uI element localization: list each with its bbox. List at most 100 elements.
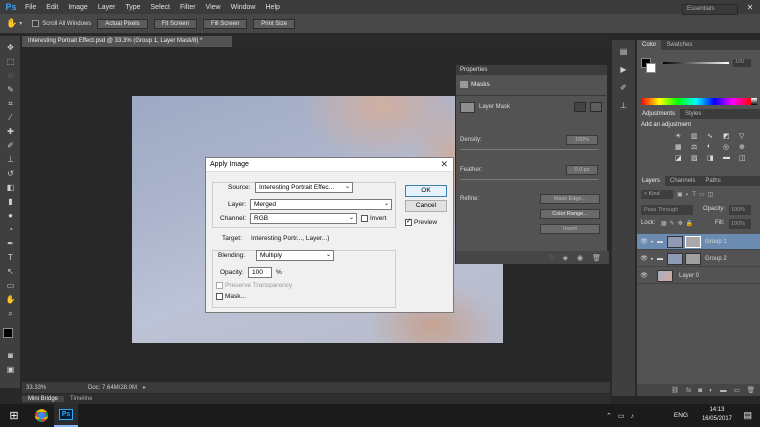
tab-paths[interactable]: Paths <box>700 176 725 186</box>
source-select[interactable]: Interesting Portrait Effec... ⌄ <box>255 182 353 193</box>
marquee-tool-icon[interactable]: ⬚ <box>5 56 16 67</box>
pen-tool-icon[interactable]: ✒ <box>5 238 16 249</box>
menu-view[interactable]: View <box>201 4 226 11</box>
layer-opacity-field[interactable]: 100% <box>729 205 751 215</box>
tab-timeline[interactable]: Timeline <box>64 396 98 402</box>
dialog-close-icon[interactable]: ✕ <box>440 159 448 170</box>
lock-icons[interactable]: ▦✎✥🔒 <box>661 220 696 227</box>
mask-checkbox[interactable] <box>216 293 223 300</box>
menu-select[interactable]: Select <box>146 4 175 11</box>
menu-layer[interactable]: Layer <box>93 4 121 11</box>
mask-edge-button[interactable]: Mask Edge... <box>540 194 600 204</box>
doc-size[interactable]: Doc: 7.64M/28.0M <box>62 385 137 391</box>
add-vector-mask-icon[interactable] <box>590 102 602 112</box>
blending-select[interactable]: Multiply ⌄ <box>256 250 334 261</box>
tab-mini-bridge[interactable]: Mini Bridge <box>22 396 65 402</box>
fill-screen-button[interactable]: Fill Screen <box>202 18 248 29</box>
curves-icon[interactable]: ∿ <box>707 132 718 140</box>
layer-mask-thumbnail[interactable] <box>460 102 475 113</box>
screen-mode-icon[interactable]: ▣ <box>5 364 16 375</box>
photoshop-taskbar-icon[interactable]: Ps <box>54 404 78 427</box>
feather-slider[interactable] <box>460 179 598 180</box>
history-brush-icon[interactable]: ↺ <box>5 168 16 179</box>
dodge-tool-icon[interactable]: ◔ <box>5 224 16 235</box>
path-select-icon[interactable]: ↖ <box>5 266 16 277</box>
trash-icon[interactable]: 🗑 <box>747 386 755 394</box>
scroll-all-checkbox[interactable] <box>32 19 40 27</box>
print-size-button[interactable]: Print Size <box>253 18 295 29</box>
group-mask-thumbnail[interactable] <box>667 252 683 265</box>
type-tool-icon[interactable]: T <box>5 252 16 263</box>
threshold-icon[interactable]: ◨ <box>707 154 718 162</box>
gray-slider[interactable] <box>663 62 729 64</box>
chrome-icon[interactable] <box>28 409 54 422</box>
group-mask-thumbnail[interactable] <box>667 235 683 248</box>
selective-color-icon[interactable]: ◫ <box>739 154 750 162</box>
gradient-tool-icon[interactable]: ▮ <box>5 196 16 207</box>
actual-pixels-button[interactable]: Actual Pixels <box>97 18 148 29</box>
layer-row[interactable]: 👁 Layer 0 <box>637 268 760 284</box>
preserve-transparency-checkbox[interactable] <box>216 282 223 289</box>
tab-swatches[interactable]: Swatches <box>661 40 697 50</box>
color-balance-icon[interactable]: ⚖ <box>691 143 702 151</box>
delete-mask-icon[interactable]: 🗑 <box>592 254 601 262</box>
bw-icon[interactable]: ◐ <box>707 143 718 151</box>
bw-ramp[interactable] <box>751 98 757 105</box>
menu-edit[interactable]: Edit <box>41 4 63 11</box>
blend-mode-select[interactable]: Pass Through <box>641 205 693 215</box>
healing-brush-icon[interactable]: ✚ <box>5 126 16 137</box>
menu-file[interactable]: File <box>20 4 41 11</box>
color-bg-swatch[interactable] <box>646 63 656 73</box>
layer-row[interactable]: 👁 ▸ ▬ Group 1 <box>637 234 760 250</box>
tab-color[interactable]: Color <box>637 40 662 50</box>
menu-type[interactable]: Type <box>120 4 145 11</box>
levels-icon[interactable]: ▥ <box>691 132 702 140</box>
channel-select[interactable]: RGB ⌄ <box>250 213 357 224</box>
load-selection-icon[interactable]: ◌ <box>549 254 553 261</box>
document-tab[interactable]: Interesting Portrait Effect.psd @ 33.3% … <box>22 36 232 47</box>
layer-filter-kind[interactable]: ⌕ Kind <box>641 190 673 199</box>
blur-tool-icon[interactable]: ● <box>5 210 16 221</box>
color-ramp[interactable] <box>641 98 751 105</box>
density-slider[interactable] <box>460 149 598 150</box>
eyedropper-tool-icon[interactable]: ⁄ <box>5 112 16 123</box>
vibrance-icon[interactable]: ▽ <box>739 132 750 140</box>
status-arrow-icon[interactable]: ▸ <box>143 384 146 391</box>
fit-screen-button[interactable]: Fit Screen <box>153 18 197 29</box>
feather-field[interactable]: 0.0 px <box>566 165 598 175</box>
ok-button[interactable]: OK <box>405 185 447 197</box>
tab-channels[interactable]: Channels <box>665 176 700 186</box>
color-range-button[interactable]: Color Range... <box>540 209 600 219</box>
invert-adj-icon[interactable]: ◪ <box>675 154 686 162</box>
notification-icon[interactable]: ▤ <box>743 410 752 421</box>
quick-mask-icon[interactable]: ◙ <box>5 350 16 361</box>
menu-image[interactable]: Image <box>63 4 92 11</box>
hue-sat-icon[interactable]: ▦ <box>675 143 686 151</box>
brush-panel-icon[interactable]: ✐ <box>618 82 629 93</box>
photo-filter-icon[interactable]: ◎ <box>723 143 734 151</box>
invert-button[interactable]: Invert <box>540 224 600 234</box>
layer-filter-icons[interactable]: ▣◐T▭◫ <box>677 191 716 198</box>
menu-filter[interactable]: Filter <box>175 4 201 11</box>
hand-tool-icon[interactable]: ✋ <box>5 294 16 305</box>
layer-thumbnail[interactable] <box>657 269 673 282</box>
foreground-color-swatch[interactable] <box>3 328 13 338</box>
tab-layers[interactable]: Layers <box>637 176 666 186</box>
clock[interactable]: 14:13 16/05/2017 <box>702 406 732 424</box>
adjustment-layer-icon[interactable]: ◐ <box>709 387 713 394</box>
invert-option[interactable]: Invert <box>361 215 386 222</box>
scroll-all-windows-option[interactable]: Scroll All Windows <box>32 19 91 27</box>
preview-option[interactable]: ✓ Preview <box>405 218 437 226</box>
gradient-map-icon[interactable]: ▬ <box>723 154 734 162</box>
clone-source-icon[interactable]: ⊥ <box>618 100 629 111</box>
new-group-icon[interactable]: ▬ <box>720 387 727 394</box>
layer-fill-field[interactable]: 100% <box>729 219 751 229</box>
group-mask-thumbnail[interactable] <box>685 252 701 265</box>
posterize-icon[interactable]: ▨ <box>691 154 702 162</box>
lasso-tool-icon[interactable]: ◌ <box>5 70 16 81</box>
cancel-button[interactable]: Cancel <box>405 200 447 212</box>
gray-value[interactable]: 100 <box>733 59 751 67</box>
quick-select-tool-icon[interactable]: ✎ <box>5 84 16 95</box>
visibility-eye-icon[interactable]: 👁 <box>637 255 651 262</box>
fx-icon[interactable]: fx <box>686 387 691 394</box>
